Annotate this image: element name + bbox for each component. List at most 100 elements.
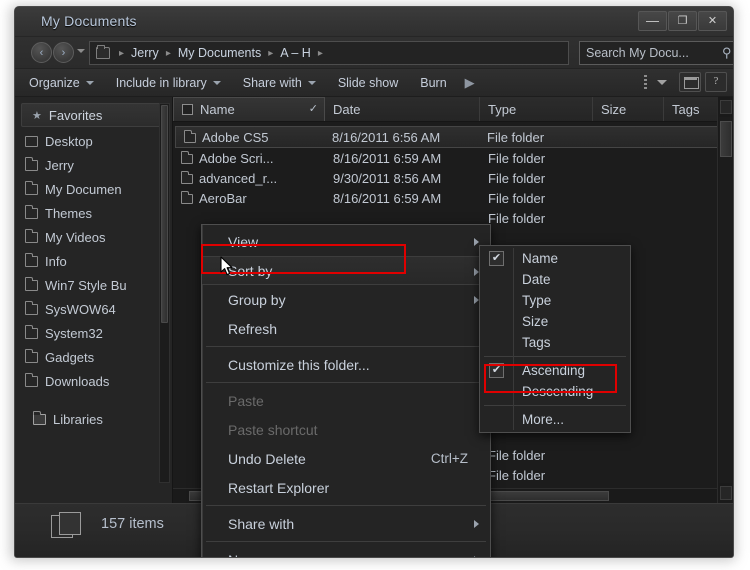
menu-separator <box>206 346 486 347</box>
menu-item-sort-by[interactable]: Sort by <box>202 256 490 285</box>
share-with-label: Share with <box>242 75 302 90</box>
sidebar-item-my-documents[interactable]: My Documen <box>15 177 172 201</box>
submenu-item-label: More... <box>522 412 565 427</box>
sidebar-item-info[interactable]: Info <box>15 249 172 273</box>
back-button[interactable]: ‹ <box>31 42 52 63</box>
sidebar-item-my-videos[interactable]: My Videos <box>15 225 172 249</box>
breadcrumb-separator-1: ▸ <box>165 47 171 59</box>
minimize-button[interactable]: — <box>638 11 667 31</box>
preview-pane-button[interactable] <box>679 72 701 92</box>
check-icon: ✔ <box>489 251 504 266</box>
view-slider-icon[interactable] <box>644 75 647 89</box>
organize-button[interactable]: Organize <box>21 72 102 94</box>
breadcrumb-item-0[interactable]: Jerry <box>129 46 161 60</box>
menu-item-label: Paste <box>228 392 264 409</box>
column-label: Type <box>488 101 517 117</box>
menu-item-view[interactable]: View <box>202 227 490 256</box>
submenu-item-date[interactable]: Date <box>480 269 630 290</box>
submenu-item-name[interactable]: ✔ Name <box>480 248 630 269</box>
folder-icon <box>25 252 38 267</box>
submenu-item-label: Size <box>522 314 549 329</box>
menu-item-restart-explorer[interactable]: Restart Explorer <box>202 473 490 502</box>
menu-item-undo-delete[interactable]: Undo Delete Ctrl+Z <box>202 444 490 473</box>
column-header-name[interactable]: Name ✓ <box>173 97 325 121</box>
sidebar-item-gadgets[interactable]: Gadgets <box>15 345 172 369</box>
scrollbar-thumb[interactable] <box>720 121 732 157</box>
column-header-date[interactable]: Date <box>325 97 480 121</box>
menu-separator <box>206 541 486 542</box>
sidebar-item-system32[interactable]: System32 <box>15 321 172 345</box>
search-input[interactable]: Search My Docu... ⚲ <box>579 41 733 65</box>
menu-item-new[interactable]: New <box>202 545 490 557</box>
folder-icon <box>25 372 38 387</box>
navigation-pane-scrollbar[interactable] <box>159 103 170 483</box>
file-name: advanced_r... <box>199 170 278 186</box>
change-view-chevron-icon[interactable] <box>657 79 667 85</box>
slide-show-label: Slide show <box>337 75 399 90</box>
forward-button[interactable]: › <box>53 42 74 63</box>
file-name: Adobe Scri... <box>199 150 274 166</box>
submenu-item-ascending[interactable]: ✔ Ascending <box>480 360 630 381</box>
file-date: 8/16/2011 6:59 AM <box>333 190 442 206</box>
menu-item-share-with[interactable]: Share with <box>202 509 490 538</box>
folder-icon <box>181 170 193 184</box>
scrollbar-track[interactable] <box>719 117 732 483</box>
file-name: AeroBar <box>199 190 247 206</box>
file-list-vertical-scrollbar[interactable] <box>717 97 733 503</box>
table-row[interactable]: Adobe Scri... 8/16/2011 6:59 AM File fol… <box>173 148 733 168</box>
sidebar-item-desktop[interactable]: Desktop <box>15 129 172 153</box>
explorer-window: My Documents — ❐ ✕ ‹ › ▸ Jerry ▸ My Docu… <box>14 6 734 558</box>
chevron-down-icon <box>212 80 221 85</box>
menu-item-refresh[interactable]: Refresh <box>202 314 490 343</box>
submenu-item-descending[interactable]: Descending <box>480 381 630 402</box>
breadcrumb-item-2[interactable]: A – H <box>278 46 313 60</box>
submenu-item-tags[interactable]: Tags <box>480 332 630 353</box>
table-row[interactable]: AeroBar 8/16/2011 6:59 AM File folder <box>173 188 733 208</box>
file-type: File folder <box>488 467 546 483</box>
sidebar-item-label: Win7 Style Bu <box>45 277 127 293</box>
sidebar-item-syswow64[interactable]: SysWOW64 <box>15 297 172 321</box>
menu-item-customize-this-folder[interactable]: Customize this folder... <box>202 350 490 379</box>
sidebar-item-downloads[interactable]: Downloads <box>15 369 172 393</box>
column-header-row: Name ✓ Date Type Size Tags <box>173 97 733 122</box>
table-row[interactable]: Adobe CS5 8/16/2011 6:56 AM File folder <box>175 126 731 148</box>
slide-show-button[interactable]: Slide show <box>330 72 406 94</box>
scroll-down-icon[interactable] <box>720 486 732 500</box>
folder-icon <box>25 156 38 171</box>
file-type: File folder <box>488 170 546 186</box>
column-label: Name <box>200 102 235 117</box>
overflow-arrow-icon[interactable]: ▶ <box>465 75 475 91</box>
sidebar-group-favorites[interactable]: ★ Favorites <box>21 103 166 127</box>
sidebar-group-libraries[interactable]: Libraries <box>15 407 172 431</box>
menu-separator <box>484 405 626 406</box>
sidebar-item-jerry[interactable]: Jerry <box>15 153 172 177</box>
column-header-tags[interactable]: Tags <box>664 97 719 121</box>
scrollbar-thumb[interactable] <box>161 105 168 323</box>
include-in-library-button[interactable]: Include in library <box>108 72 229 94</box>
sidebar-item-themes[interactable]: Themes <box>15 201 172 225</box>
desktop-icon <box>25 135 38 147</box>
submenu-item-label: Tags <box>522 335 551 350</box>
column-header-size[interactable]: Size <box>593 97 664 121</box>
table-row[interactable]: advanced_r... 9/30/2011 8:56 AM File fol… <box>173 168 733 188</box>
maximize-button[interactable]: ❐ <box>668 11 697 31</box>
close-button[interactable]: ✕ <box>698 11 727 31</box>
organize-label: Organize <box>29 75 80 90</box>
command-bar: Organize Include in library Share with S… <box>15 69 733 97</box>
scroll-up-icon[interactable] <box>720 100 732 114</box>
sidebar-item-win7-style-builder[interactable]: Win7 Style Bu <box>15 273 172 297</box>
menu-item-group-by[interactable]: Group by <box>202 285 490 314</box>
submenu-item-size[interactable]: Size <box>480 311 630 332</box>
share-with-button[interactable]: Share with <box>235 72 324 94</box>
help-button[interactable] <box>705 72 727 92</box>
breadcrumb-bar[interactable]: ▸ Jerry ▸ My Documents ▸ A – H ▸ <box>89 41 569 65</box>
menu-item-paste-shortcut: Paste shortcut <box>202 415 490 444</box>
burn-button[interactable]: Burn <box>412 72 454 94</box>
submenu-item-type[interactable]: Type <box>480 290 630 311</box>
select-all-checkbox[interactable] <box>182 104 193 115</box>
breadcrumb-item-1[interactable]: My Documents <box>176 46 263 60</box>
menu-item-shortcut: Ctrl+Z <box>430 451 468 466</box>
column-header-type[interactable]: Type <box>480 97 593 121</box>
recent-pages-dropdown-icon[interactable] <box>77 49 85 53</box>
submenu-item-more[interactable]: More... <box>480 409 630 430</box>
